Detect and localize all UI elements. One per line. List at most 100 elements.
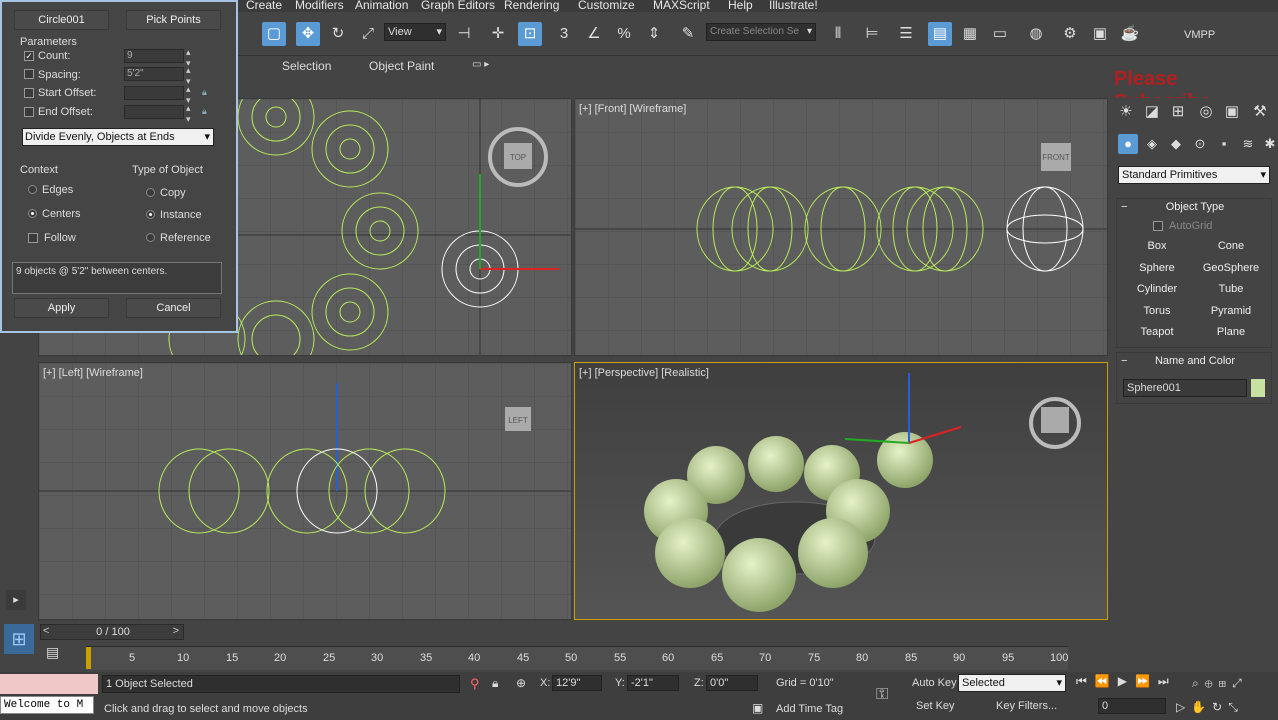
selection-lock-icon[interactable]: 🔒︎	[492, 676, 498, 691]
set-key-button[interactable]: Set Key	[916, 700, 955, 712]
cancel-button[interactable]: Cancel	[126, 298, 221, 318]
pick-points-button[interactable]: Pick Points	[126, 10, 221, 30]
end-offset-field[interactable]	[124, 105, 184, 119]
auto-key-button[interactable]: Auto Key	[912, 677, 957, 689]
menu-customize[interactable]: Customize	[578, 0, 635, 12]
maxscript-mini-listener[interactable]: Welcome to M	[0, 696, 94, 714]
menu-animation[interactable]: Animation	[355, 0, 408, 12]
apply-button[interactable]: Apply	[14, 298, 109, 318]
time-slider-next-icon[interactable]: >	[173, 625, 179, 637]
menu-modifiers[interactable]: Modifiers	[295, 0, 344, 12]
cone-button[interactable]: Cone	[1197, 237, 1265, 255]
maxscript-listener-pink[interactable]	[0, 674, 98, 694]
follow-checkbox[interactable]	[28, 233, 38, 243]
motion-tab-icon[interactable]: ◎	[1194, 100, 1218, 124]
viewport-perspective[interactable]: [+] [Perspective] [Realistic]	[574, 362, 1108, 620]
viewport-navigation-controls-2[interactable]: ▷✋↻⤡	[1176, 700, 1276, 715]
spacing-field[interactable]: 5'2"	[124, 67, 184, 81]
create-tab-icon[interactable]: ☀	[1114, 100, 1138, 124]
menu-create[interactable]: Create	[246, 0, 282, 12]
select-manipulate-icon[interactable]: ✛	[486, 22, 510, 46]
cylinder-button[interactable]: Cylinder	[1123, 280, 1191, 298]
rotate-icon[interactable]: ↻	[326, 22, 350, 46]
ribbon-toggle-icon[interactable]: ▭ ▸	[472, 59, 489, 70]
instance-radio[interactable]	[146, 210, 155, 219]
move-icon[interactable]: ✥	[296, 22, 320, 46]
systems-icon[interactable]: ✱	[1260, 134, 1278, 154]
end-offset-spinner-icon[interactable]: ▴ ▾	[186, 103, 191, 125]
display-tab-icon[interactable]: ▣	[1220, 100, 1244, 124]
key-filters-button[interactable]: Key Filters...	[996, 700, 1057, 712]
geosphere-button[interactable]: GeoSphere	[1197, 259, 1265, 277]
start-offset-field[interactable]	[124, 86, 184, 100]
box-button[interactable]: Box	[1123, 237, 1191, 255]
autogrid-checkbox[interactable]	[1153, 221, 1163, 231]
centers-radio[interactable]	[28, 209, 37, 218]
utilities-tab-icon[interactable]: ⚒	[1248, 100, 1272, 124]
modify-tab-icon[interactable]: ◪	[1140, 100, 1164, 124]
x-coordinate-field[interactable]: 12'9"	[552, 675, 602, 691]
viewport-layout-icon[interactable]: ⊞	[4, 624, 34, 654]
render-icon[interactable]: ☕	[1118, 22, 1142, 46]
tube-button[interactable]: Tube	[1197, 280, 1265, 298]
teapot-button[interactable]: Teapot	[1123, 323, 1191, 341]
menu-illustrate[interactable]: Illustrate!	[769, 0, 818, 12]
mirror-icon[interactable]: ⫴	[826, 22, 850, 46]
playback-controls[interactable]: ⏮⏪▶⏩⏭	[1076, 674, 1188, 689]
spinner-snap-icon[interactable]: ⇕	[642, 22, 666, 46]
viewport-navigation-controls[interactable]: ⌕⊕⊞⤢	[1192, 676, 1278, 691]
viewport-front[interactable]: [+] [Front] [Wireframe] FRONT	[574, 98, 1108, 356]
lock-icon[interactable]: 🔒︎	[202, 106, 207, 117]
render-frame-icon[interactable]: ▣	[1088, 22, 1112, 46]
curve-editor-icon[interactable]: ▭	[988, 22, 1012, 46]
align-icon[interactable]: ⊨	[860, 22, 884, 46]
start-offset-checkbox[interactable]	[24, 88, 34, 98]
key-icon[interactable]: ⚿	[876, 686, 888, 704]
circle-path-button[interactable]: Circle001	[14, 10, 109, 30]
copy-radio[interactable]	[146, 188, 155, 197]
viewport-left[interactable]: [+] [Left] [Wireframe] LEFT	[38, 362, 572, 620]
plane-button[interactable]: Plane	[1197, 323, 1265, 341]
keyboard-shortcut-icon[interactable]: ⊡	[518, 22, 542, 46]
spacing-checkbox[interactable]	[24, 69, 34, 79]
menu-help[interactable]: Help	[728, 0, 753, 12]
layer-manager-icon[interactable]: ☰	[894, 22, 918, 46]
object-color-swatch[interactable]	[1251, 379, 1265, 397]
absolute-mode-icon[interactable]: ⊕	[516, 676, 526, 690]
end-offset-checkbox[interactable]	[24, 107, 34, 117]
reference-radio[interactable]	[146, 233, 155, 242]
material-editor-icon[interactable]: ◍	[1024, 22, 1048, 46]
reference-coord-dropdown[interactable]: View ▾	[384, 23, 446, 41]
add-time-tag-button[interactable]: Add Time Tag	[776, 703, 843, 715]
edges-radio[interactable]	[28, 185, 37, 194]
expand-arrow-icon[interactable]: ▸	[6, 590, 26, 610]
primitives-dropdown[interactable]: Standard Primitives ▾	[1118, 166, 1270, 184]
key-mode-dropdown[interactable]: Selected ▾	[958, 674, 1066, 692]
menu-rendering[interactable]: Rendering	[504, 0, 559, 12]
spacewarps-icon[interactable]: ≋	[1238, 134, 1258, 154]
hierarchy-tab-icon[interactable]: ⊞	[1166, 100, 1190, 124]
menu-graph-editors[interactable]: Graph Editors	[421, 0, 495, 12]
mini-curve-editor-icon[interactable]: ▤	[46, 644, 66, 664]
pyramid-button[interactable]: Pyramid	[1197, 302, 1265, 320]
select-region-icon[interactable]: ▢	[262, 22, 286, 46]
sphere-button[interactable]: Sphere	[1123, 259, 1191, 277]
ribbon-tab-object-paint[interactable]: Object Paint	[369, 59, 434, 73]
menu-maxscript[interactable]: MAXScript	[653, 0, 710, 12]
render-setup-icon[interactable]: ⚙	[1058, 22, 1082, 46]
snap-toggle-icon[interactable]: 3	[552, 22, 576, 46]
y-coordinate-field[interactable]: -2'1"	[627, 675, 679, 691]
object-name-field[interactable]: Sphere001	[1123, 379, 1247, 397]
current-frame-field[interactable]: 0	[1098, 698, 1166, 714]
scene-explorer-icon[interactable]: ▤	[928, 22, 952, 46]
torus-button[interactable]: Torus	[1123, 302, 1191, 320]
vmpp-label[interactable]: VMPP	[1184, 29, 1215, 41]
percent-snap-icon[interactable]: %	[612, 22, 636, 46]
time-slider[interactable]: < 0 / 100 >	[40, 624, 184, 640]
angle-snap-icon[interactable]: ∠	[582, 22, 606, 46]
scale-icon[interactable]: ⤢	[356, 22, 380, 46]
shapes-icon[interactable]: ◈	[1142, 134, 1162, 154]
track-bar[interactable]: 5 10 15 20 25 30 35 40 45 50 55 60 65 70 75 80 85 90 95 100	[86, 646, 1068, 670]
isolate-icon[interactable]: ⚲	[470, 676, 480, 692]
pivot-icon[interactable]: ⊣	[452, 22, 476, 46]
